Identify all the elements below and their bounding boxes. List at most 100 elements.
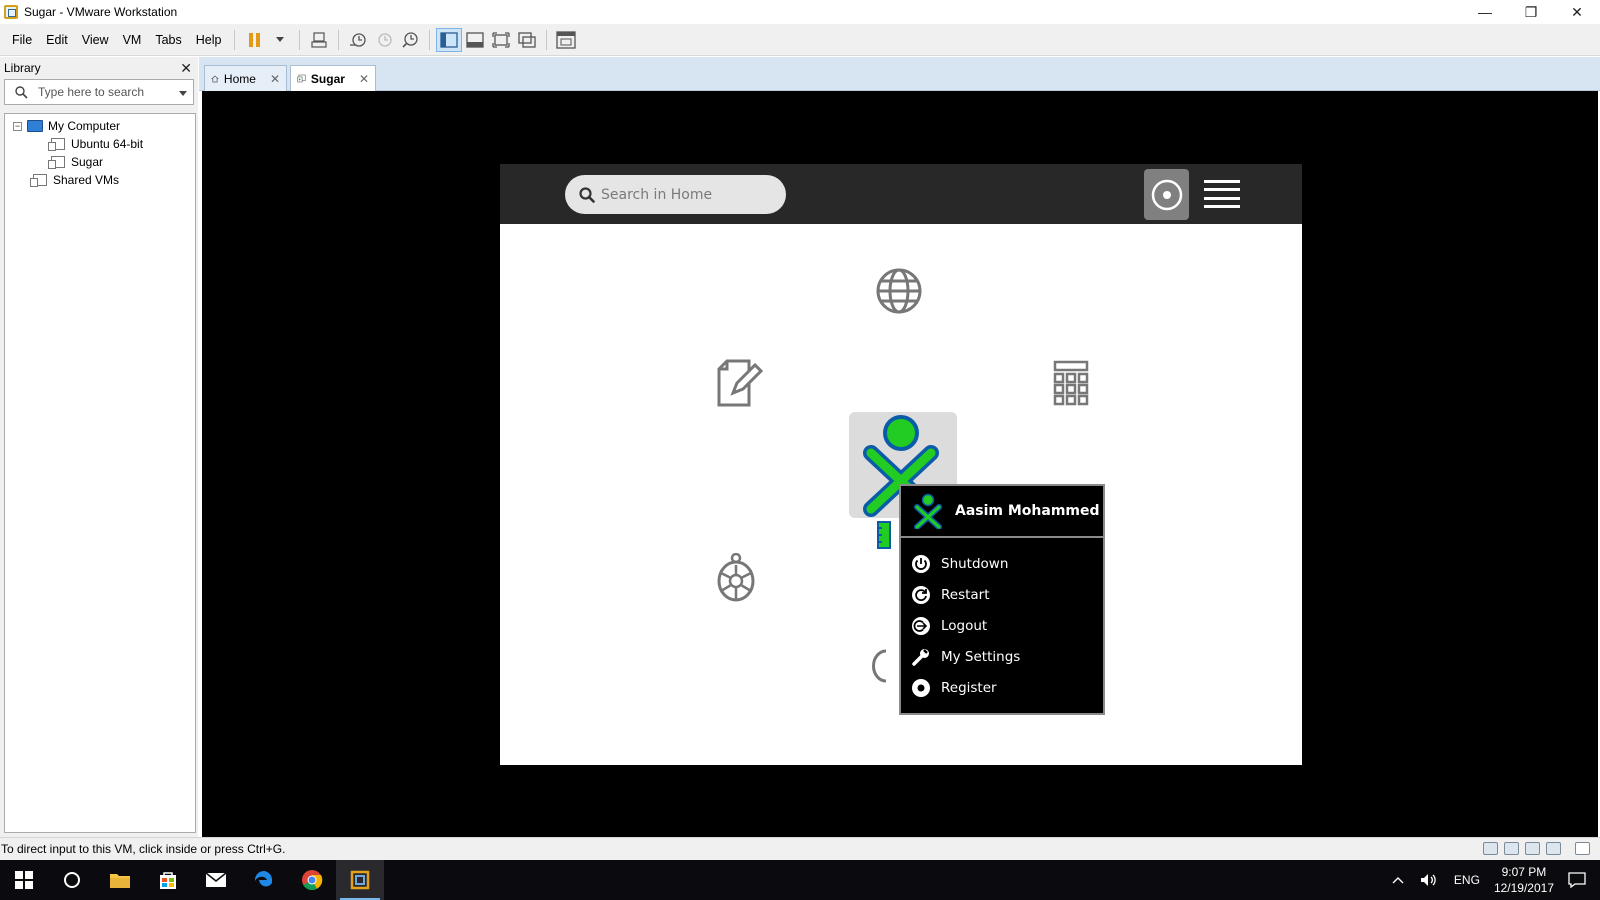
tree-item-label: Ubuntu 64-bit [71, 137, 144, 151]
cortana-circle-icon [64, 872, 80, 888]
vmware-icon [350, 870, 370, 890]
snapshot-manager-button[interactable] [397, 28, 423, 52]
minimize-button[interactable]: — [1462, 0, 1508, 24]
show-library-button[interactable] [436, 27, 463, 52]
hard-disk-icon[interactable] [1483, 842, 1498, 855]
tab-bar: Home ✕ Sugar ✕ [199, 57, 1600, 91]
collapse-toggle-icon[interactable]: − [13, 121, 22, 131]
search-dropdown-icon[interactable] [179, 91, 187, 96]
menu-item-label: Register [941, 679, 997, 696]
full-screen-button[interactable] [488, 28, 514, 52]
folder-icon [110, 874, 130, 888]
taskbar-mail[interactable] [192, 860, 240, 900]
sugar-search-box[interactable]: Search in Home [565, 175, 786, 214]
chevron-up-icon[interactable] [1392, 876, 1404, 884]
journal-icon[interactable] [877, 521, 891, 549]
turtle-art-activity-icon[interactable] [713, 553, 759, 605]
calculate-activity-icon[interactable] [1053, 360, 1089, 406]
windows-logo-icon [15, 871, 33, 889]
pause-icon [248, 32, 260, 47]
search-icon [15, 85, 28, 99]
console-view-button[interactable] [553, 28, 579, 52]
menu-vm[interactable]: VM [116, 33, 149, 47]
library-tree: − My Computer Ubuntu 64-bit Sugar Shared… [4, 113, 196, 833]
menu-view[interactable]: View [75, 33, 116, 47]
snapshot-clock-icon [350, 32, 367, 47]
power-icon [911, 554, 931, 574]
action-center-icon[interactable] [1568, 872, 1586, 888]
cortana-button[interactable] [48, 860, 96, 900]
sound-card-icon[interactable] [1546, 842, 1561, 855]
computer-icon [27, 120, 43, 132]
message-log-icon[interactable] [1575, 842, 1590, 855]
cd-dvd-icon[interactable] [1504, 842, 1519, 855]
tab-close-button[interactable]: ✕ [270, 72, 280, 86]
library-title: Library [4, 61, 41, 75]
virtual-machine-icon [48, 156, 65, 169]
ring-view-icon [1151, 179, 1182, 210]
tab-sugar[interactable]: Sugar ✕ [290, 65, 376, 91]
system-clock[interactable]: 9:07 PM 12/19/2017 [1494, 864, 1554, 896]
browse-activity-globe-icon[interactable] [875, 267, 923, 315]
write-activity-icon[interactable] [715, 359, 763, 409]
taskbar-file-explorer[interactable] [96, 860, 144, 900]
favorites-view-button[interactable] [1144, 169, 1189, 220]
taskbar-store[interactable] [144, 860, 192, 900]
taskbar-edge[interactable] [240, 860, 288, 900]
menu-edit[interactable]: Edit [39, 33, 75, 47]
restart-menu-item[interactable]: Restart [901, 579, 1103, 610]
xo-user-palette: Aasim Mohammed Shutdown Restart Logout M… [899, 484, 1105, 715]
windows-taskbar: ENG 9:07 PM 12/19/2017 [0, 860, 1600, 900]
tree-item-my-computer[interactable]: − My Computer [5, 117, 195, 135]
tree-item-sugar[interactable]: Sugar [5, 153, 195, 171]
menu-file[interactable]: File [5, 33, 39, 47]
tree-item-label: Shared VMs [53, 173, 120, 187]
sugar-toolbar: Search in Home [500, 164, 1302, 224]
shutdown-menu-item[interactable]: Shutdown [901, 548, 1103, 579]
library-search-input[interactable] [38, 85, 168, 99]
tab-home[interactable]: Home ✕ [204, 65, 287, 91]
taskbar-vmware[interactable] [336, 860, 384, 900]
close-window-button[interactable]: ✕ [1554, 0, 1600, 24]
power-dropdown[interactable] [267, 28, 293, 52]
thumbnail-bar-icon [466, 31, 485, 48]
chrome-browser-icon [302, 870, 323, 891]
revert-snapshot-button[interactable] [371, 28, 397, 52]
start-button[interactable] [0, 860, 48, 900]
tree-item-shared-vms[interactable]: Shared VMs [5, 171, 195, 189]
send-ctrl-alt-del-button[interactable] [306, 28, 332, 52]
suspend-button[interactable] [241, 28, 267, 52]
shared-vms-icon [30, 174, 47, 187]
logout-menu-item[interactable]: Logout [901, 610, 1103, 641]
device-status-icons [1483, 842, 1590, 855]
menu-help[interactable]: Help [189, 33, 229, 47]
unity-button[interactable] [514, 28, 540, 52]
tab-label: Sugar [310, 71, 345, 86]
tree-item-label: Sugar [71, 155, 104, 169]
toolbar-separator [338, 29, 340, 50]
tab-label: Home [223, 71, 256, 86]
tab-close-button[interactable]: ✕ [359, 72, 369, 86]
tree-item-ubuntu[interactable]: Ubuntu 64-bit [5, 135, 195, 153]
taskbar-chrome[interactable] [288, 860, 336, 900]
register-icon [911, 678, 931, 698]
menu-tabs[interactable]: Tabs [148, 33, 188, 47]
clock-date: 12/19/2017 [1493, 881, 1554, 895]
wrench-icon [911, 647, 931, 667]
network-adapter-icon[interactable] [1525, 842, 1540, 855]
window-title: Sugar - VMware Workstation [24, 5, 178, 19]
toolbar-separator [429, 29, 431, 50]
library-search-box[interactable] [4, 79, 194, 105]
logout-icon [911, 616, 931, 636]
restore-button[interactable]: ❐ [1508, 0, 1554, 24]
input-language[interactable]: ENG [1454, 873, 1480, 887]
chat-activity-icon[interactable] [872, 649, 892, 685]
thumbnail-bar-button[interactable] [462, 28, 488, 52]
menu-line-icon [1204, 205, 1240, 209]
volume-icon[interactable] [1420, 873, 1438, 887]
my-settings-menu-item[interactable]: My Settings [901, 641, 1103, 672]
library-close-button[interactable]: ✕ [180, 60, 192, 77]
take-snapshot-button[interactable] [345, 28, 371, 52]
register-menu-item[interactable]: Register [901, 672, 1103, 703]
list-view-button[interactable] [1204, 177, 1240, 211]
